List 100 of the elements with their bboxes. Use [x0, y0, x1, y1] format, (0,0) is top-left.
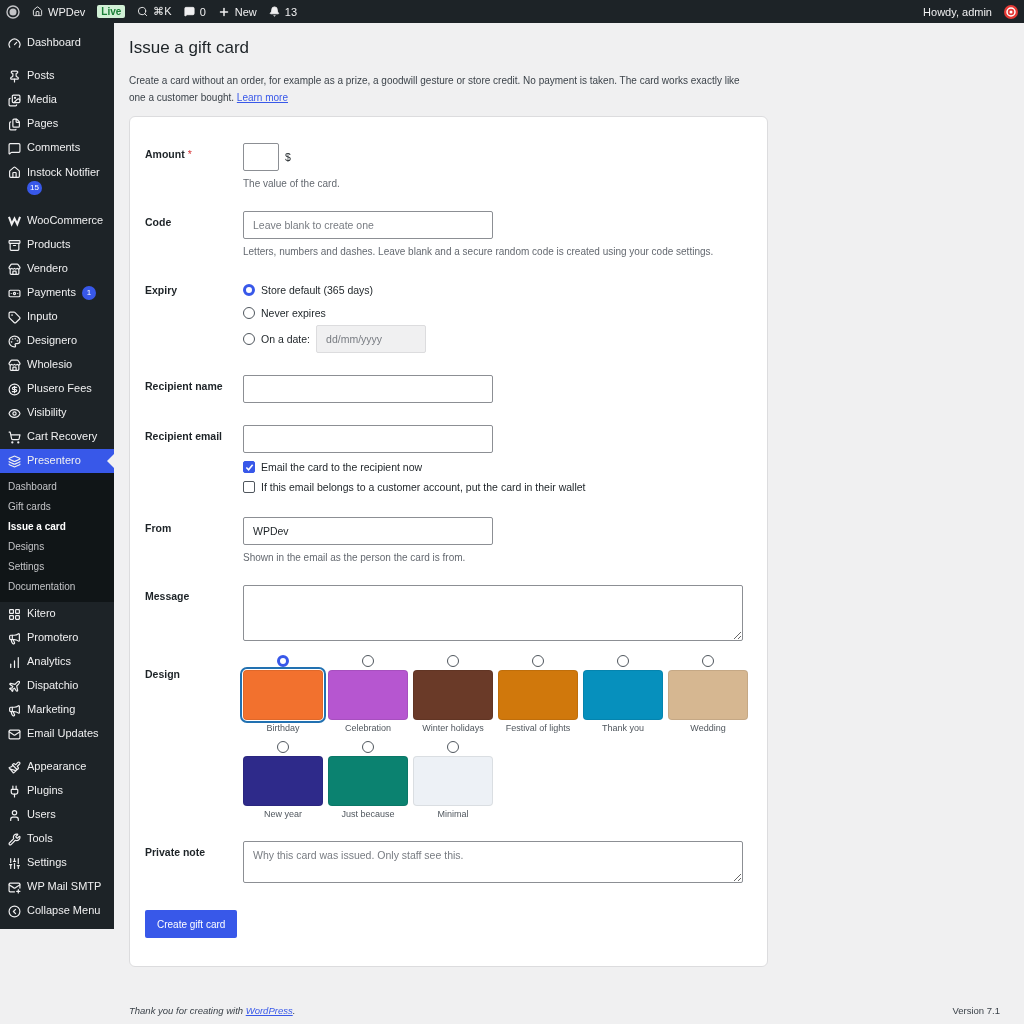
- menu-item[interactable]: Instock Notifier 15: [0, 160, 114, 200]
- checkbox[interactable]: [243, 481, 255, 493]
- design-swatch[interactable]: [498, 670, 578, 720]
- menu-item[interactable]: Analytics: [0, 650, 114, 674]
- menu-item[interactable]: Vendero: [0, 257, 114, 281]
- help-text: Letters, numbers and dashes. Leave blank and a secure random code is created using your code settings.: [243, 246, 714, 257]
- menu-item[interactable]: Pages: [0, 112, 114, 136]
- recipient-name-field[interactable]: [243, 375, 493, 403]
- submenu-item[interactable]: Gift cards: [0, 497, 114, 517]
- submenu-item[interactable]: Documentation: [0, 577, 114, 597]
- learn-more-link[interactable]: Learn more: [236, 92, 288, 103]
- menu-item[interactable]: Settings: [0, 851, 114, 875]
- menu-item[interactable]: Products: [0, 233, 114, 257]
- message-field[interactable]: [243, 585, 743, 641]
- design-swatch[interactable]: [583, 670, 663, 720]
- megaphone-icon: [8, 703, 21, 717]
- radio-button[interactable]: [447, 655, 459, 667]
- footer-text: Thank you for creating with WordPress.: [129, 1005, 296, 1016]
- menu-item[interactable]: Plugins: [0, 779, 114, 803]
- radio-button[interactable]: [702, 655, 714, 667]
- menu-item[interactable]: WP Mail SMTP: [0, 875, 114, 899]
- menu-item[interactable]: Plusero Fees: [0, 377, 114, 401]
- logo-icon[interactable]: [6, 4, 20, 19]
- site-link[interactable]: WPDev: [32, 5, 86, 18]
- menu-label: Products: [27, 238, 71, 250]
- circle-left-icon: [8, 904, 21, 918]
- field-label: From: [145, 521, 173, 534]
- menu-item[interactable]: Marketing: [0, 698, 114, 722]
- field-label: Design: [145, 667, 181, 680]
- menu-item[interactable]: Dashboard: [0, 31, 114, 55]
- menu-item[interactable]: Dispatchio: [0, 674, 114, 698]
- submenu-item[interactable]: Settings: [0, 557, 114, 577]
- radio-button[interactable]: [532, 655, 544, 667]
- menu-item[interactable]: Posts: [0, 64, 114, 88]
- menu-item[interactable]: Media: [0, 88, 114, 112]
- menu-item[interactable]: Cart Recovery: [0, 425, 114, 449]
- submenu-item[interactable]: Issue a card: [0, 517, 114, 537]
- radio-button[interactable]: [447, 741, 459, 753]
- code-field[interactable]: Leave blank to create one: [243, 211, 493, 239]
- menu-item[interactable]: Promotero: [0, 626, 114, 650]
- radio-button[interactable]: [243, 307, 255, 319]
- menu-item[interactable]: Designero: [0, 329, 114, 353]
- design-swatch[interactable]: [328, 756, 408, 806]
- zigzag-icon: [8, 214, 21, 227]
- radio-label: On a date:: [261, 333, 311, 345]
- submenu-item[interactable]: Dashboard: [0, 477, 114, 497]
- account-link[interactable]: Howdy, admin: [923, 5, 992, 18]
- menu-item[interactable]: Inputo: [0, 305, 114, 329]
- field-label: Amount: [145, 147, 185, 160]
- user-icon: [8, 808, 21, 822]
- design-swatch[interactable]: [413, 756, 493, 806]
- radio-button[interactable]: [362, 741, 374, 753]
- menu-item[interactable]: Payments 1: [0, 281, 114, 305]
- menu-label: WooCommerce: [27, 214, 104, 226]
- amount-field[interactable]: [243, 143, 279, 171]
- comments-link[interactable]: 0: [183, 5, 206, 18]
- wrench-icon: [8, 832, 21, 846]
- store-icon: [8, 358, 21, 372]
- private-note-field[interactable]: Why this card was issued. Only staff see this.: [243, 841, 743, 883]
- new-link[interactable]: New: [217, 5, 257, 18]
- menu-item[interactable]: WooCommerce: [0, 209, 114, 233]
- menu-label: Tools: [27, 832, 53, 844]
- menu-item[interactable]: Visibility: [0, 401, 114, 425]
- menu-item[interactable]: Comments: [0, 136, 114, 160]
- menu-item[interactable]: Presentero: [0, 449, 114, 473]
- checkbox[interactable]: [243, 461, 255, 473]
- create-gift-card-button[interactable]: Create gift card: [145, 910, 238, 938]
- design-label: Just because: [341, 809, 395, 819]
- menu-item[interactable]: Collapse Menu: [0, 899, 114, 923]
- notifications-link[interactable]: 13: [268, 5, 298, 18]
- menu-item[interactable]: Email Updates: [0, 722, 114, 746]
- recipient-email-field[interactable]: [243, 425, 493, 453]
- menu-item[interactable]: Tools: [0, 827, 114, 851]
- radio-button[interactable]: [362, 655, 374, 667]
- design-swatch[interactable]: [243, 670, 323, 720]
- wordpress-link[interactable]: WordPress: [245, 1005, 293, 1016]
- menu-item[interactable]: Wholesio: [0, 353, 114, 377]
- menu-label: Vendero: [27, 262, 68, 274]
- menu-item[interactable]: Kitero: [0, 602, 114, 626]
- menu-label: Plugins: [27, 784, 64, 796]
- avatar-icon[interactable]: [1004, 4, 1018, 19]
- submenu-item[interactable]: Designs: [0, 537, 114, 557]
- design-swatch[interactable]: [668, 670, 748, 720]
- design-swatch[interactable]: [328, 670, 408, 720]
- radio-button[interactable]: [617, 655, 629, 667]
- house-icon: [32, 6, 43, 17]
- live-badge: Live: [97, 5, 126, 18]
- menu-item[interactable]: Appearance: [0, 755, 114, 779]
- menu-item[interactable]: Users: [0, 803, 114, 827]
- radio-button[interactable]: [277, 741, 289, 753]
- search-button[interactable]: ⌘K: [137, 5, 172, 18]
- radio-button[interactable]: [243, 284, 255, 296]
- design-swatch[interactable]: [243, 756, 323, 806]
- radio-button[interactable]: [243, 333, 255, 345]
- field-label: Recipient name: [145, 379, 224, 392]
- design-swatch[interactable]: [413, 670, 493, 720]
- from-field[interactable]: WPDev: [243, 517, 493, 545]
- menu-label: Posts: [27, 69, 55, 81]
- radio-button[interactable]: [277, 655, 289, 667]
- menu-label: Inputo: [27, 310, 58, 322]
